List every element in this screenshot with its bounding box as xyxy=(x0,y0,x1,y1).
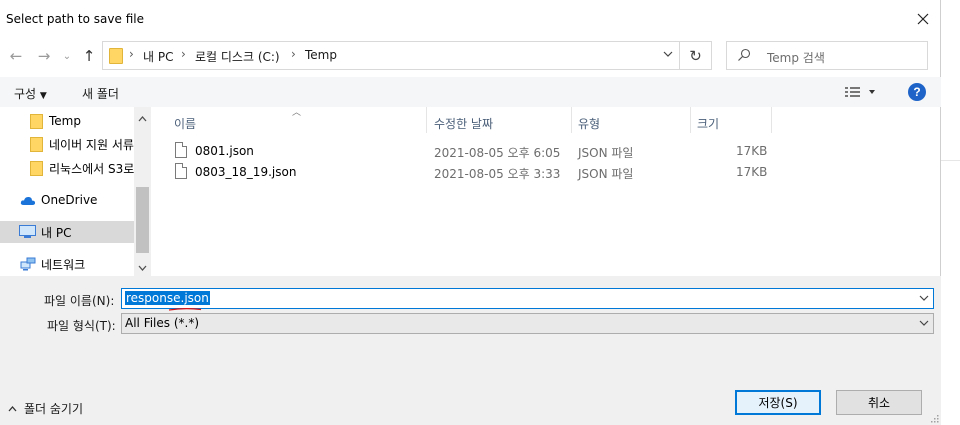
cancel-button[interactable]: 취소 xyxy=(836,390,922,415)
organize-label: 구성 xyxy=(14,87,37,101)
file-name: 0801.json xyxy=(195,144,254,158)
nav-item-linux-s3[interactable]: 리눅스에서 S3로 xyxy=(0,157,134,179)
nav-item-onedrive[interactable]: OneDrive xyxy=(0,189,134,211)
search-input[interactable]: Temp 검색 xyxy=(726,41,928,70)
organize-menu[interactable]: 구성 ▼ xyxy=(14,85,47,102)
column-divider[interactable] xyxy=(571,107,572,133)
arrow-up-icon: ↑ xyxy=(82,47,96,65)
sort-ascending-icon: ︿ xyxy=(292,108,302,118)
file-list: ︿ 이름 수정한 날짜 유형 크기 0801.json 2021-08-05 오… xyxy=(155,107,941,276)
file-size: 17KB xyxy=(736,144,768,158)
filetype-select[interactable]: All Files (*.*) xyxy=(121,313,934,334)
nav-scrollbar[interactable] xyxy=(134,107,151,276)
column-divider[interactable] xyxy=(690,107,691,133)
scroll-down-button[interactable] xyxy=(134,259,151,276)
scroll-thumb[interactable] xyxy=(136,187,149,253)
search-icon xyxy=(738,48,751,61)
column-header-type[interactable]: 유형 xyxy=(578,107,600,133)
folder-icon xyxy=(30,113,43,129)
filename-field[interactable]: response.json xyxy=(121,288,934,309)
column-header-modified[interactable]: 수정한 날짜 xyxy=(434,107,493,133)
scroll-up-button[interactable] xyxy=(134,110,151,127)
folder-icon xyxy=(109,48,123,64)
background-divider xyxy=(941,160,960,161)
red-underline-annotation xyxy=(168,307,202,311)
breadcrumb-separator-icon: › xyxy=(181,47,186,61)
forward-button[interactable]: → xyxy=(34,44,54,68)
nav-item-network[interactable]: 네트워크 xyxy=(0,253,134,275)
chevron-up-icon xyxy=(8,405,17,411)
filename-value: response.json xyxy=(125,291,210,305)
chevron-down-icon xyxy=(138,265,147,271)
file-size: 17KB xyxy=(736,165,768,179)
caret-down-icon: ▼ xyxy=(39,91,47,101)
change-view-button[interactable] xyxy=(845,86,875,101)
save-button[interactable]: 저장(S) xyxy=(735,390,821,415)
hide-folders-label: 폴더 숨기기 xyxy=(24,402,84,416)
file-name: 0803_18_19.json xyxy=(195,165,297,179)
back-button[interactable]: ← xyxy=(6,44,26,68)
column-divider[interactable] xyxy=(771,107,772,133)
new-folder-button[interactable]: 새 폴더 xyxy=(82,85,119,102)
up-button[interactable]: ↑ xyxy=(79,44,99,68)
folder-icon xyxy=(30,160,43,176)
nav-item-label: 네이버 지원 서류 xyxy=(49,137,134,152)
file-type: JSON 파일 xyxy=(578,146,634,160)
nav-item-label: Temp xyxy=(49,114,81,128)
file-type: JSON 파일 xyxy=(578,167,634,181)
hide-folders-toggle[interactable]: 폴더 숨기기 xyxy=(8,400,83,417)
save-file-dialog: Select path to save file ← → ⌄ ↑ › 내 PC … xyxy=(0,0,941,425)
nav-item-label: 네트워크 xyxy=(41,257,86,272)
network-icon xyxy=(20,257,36,271)
chevron-down-icon[interactable] xyxy=(663,49,673,59)
title-bar: Select path to save file xyxy=(0,0,941,38)
chevron-down-icon xyxy=(919,320,929,326)
column-header-name[interactable]: 이름 xyxy=(174,107,196,133)
file-modified: 2021-08-05 오후 6:05 xyxy=(434,146,561,160)
column-header-size[interactable]: 크기 xyxy=(697,107,719,133)
breadcrumb-this-pc[interactable]: 내 PC xyxy=(143,48,173,65)
nav-item-label: OneDrive xyxy=(41,193,98,207)
chevron-up-icon xyxy=(138,115,147,121)
computer-icon xyxy=(19,225,36,238)
recent-locations-button[interactable]: ⌄ xyxy=(60,44,74,68)
file-row[interactable]: 0803_18_19.json 2021-08-05 오후 3:33 JSON … xyxy=(155,161,941,182)
navigation-pane: Temp 네이버 지원 서류 리눅스에서 S3로 OneDrive 내 PC 네… xyxy=(0,107,151,276)
nav-item-label: 내 PC xyxy=(41,225,72,240)
chevron-down-icon: ⌄ xyxy=(62,50,72,62)
help-icon[interactable]: ? xyxy=(908,83,926,101)
filetype-label: 파일 형식(T): xyxy=(47,319,116,333)
refresh-button[interactable]: ↻ xyxy=(680,41,712,70)
address-bar[interactable]: › 내 PC › 로컬 디스크 (C:) › Temp xyxy=(102,41,680,70)
folder-icon xyxy=(30,136,43,152)
file-icon xyxy=(175,142,187,158)
chevron-down-icon[interactable] xyxy=(919,293,929,303)
nav-item-label: 리눅스에서 S3로 xyxy=(49,161,134,176)
breadcrumb-separator-icon: › xyxy=(291,47,296,61)
breadcrumb-separator-icon: › xyxy=(129,47,134,61)
window-title: Select path to save file xyxy=(6,12,144,26)
breadcrumb-temp[interactable]: Temp xyxy=(305,48,337,62)
nav-item-temp[interactable]: Temp xyxy=(0,110,134,132)
arrow-left-icon: ← xyxy=(9,47,23,65)
filename-label: 파일 이름(N): xyxy=(44,294,115,308)
file-modified: 2021-08-05 오후 3:33 xyxy=(434,167,561,181)
file-icon xyxy=(175,163,187,179)
close-button[interactable] xyxy=(905,0,941,38)
view-details-icon xyxy=(845,87,875,97)
cloud-icon xyxy=(20,196,36,205)
arrow-right-icon: → xyxy=(37,47,51,65)
nav-item-naver-docs[interactable]: 네이버 지원 서류 xyxy=(0,133,134,155)
toolbar: 구성 ▼ 새 폴더 ? xyxy=(0,77,941,107)
file-row[interactable]: 0801.json 2021-08-05 오후 6:05 JSON 파일 17K… xyxy=(155,140,941,161)
filetype-value: All Files (*.*) xyxy=(125,316,200,330)
nav-item-this-pc[interactable]: 내 PC xyxy=(0,221,134,243)
close-icon xyxy=(917,13,929,25)
search-placeholder: Temp 검색 xyxy=(767,51,825,65)
column-divider[interactable] xyxy=(426,107,427,133)
resize-grip-icon[interactable] xyxy=(929,413,939,423)
breadcrumb-local-disk[interactable]: 로컬 디스크 (C:) xyxy=(195,48,280,65)
refresh-icon: ↻ xyxy=(689,46,702,65)
bottom-panel: 파일 이름(N): response.json 파일 형식(T): All Fi… xyxy=(0,276,941,425)
